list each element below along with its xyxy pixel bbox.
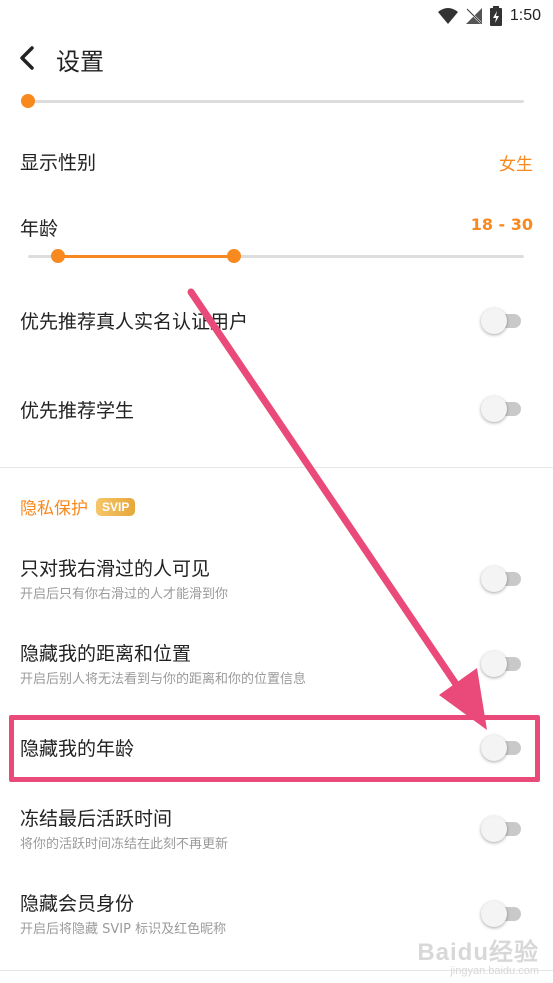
status-bar: 1:50 [0,0,553,34]
svip-badge: SVIP [96,497,136,516]
toggle-knob [481,901,507,927]
back-button[interactable] [14,44,42,72]
age-value: 18 - 30 [470,215,533,234]
real-name-toggle[interactable] [481,308,521,334]
privacy-title-text: 隐私保护 [20,499,88,519]
hide-distance-toggle[interactable] [481,651,521,677]
privacy-item-sub: 开启后将隐藏 SVIP 标识及红色昵称 [20,922,227,937]
wifi-icon [437,8,458,24]
page-title: 设置 [56,48,104,76]
privacy-section-title: 隐私保护 SVIP [20,494,136,519]
freeze-active-toggle[interactable] [481,816,521,842]
chevron-left-icon [20,46,34,70]
toggle-knob [481,651,507,677]
age-label: 年龄 [20,218,59,240]
hide-vip-toggle[interactable] [481,901,521,927]
header: 设置 [0,34,553,82]
age-range-slider[interactable] [28,247,524,267]
student-label: 优先推荐学生 [20,400,135,422]
toggle-knob [481,816,507,842]
privacy-item-sub: 开启后别人将无法看到与你的距离和你的位置信息 [20,672,307,687]
battery-icon [489,6,502,26]
status-time: 1:50 [509,7,541,24]
highlight-box [9,715,540,782]
distance-slider[interactable] [21,92,524,112]
section-divider [0,467,553,468]
real-name-label: 优先推荐真人实名认证用户 [20,311,249,333]
distance-slider-track [28,100,524,103]
age-slider-fill [57,255,234,258]
gender-label: 显示性别 [20,152,97,174]
student-toggle[interactable] [481,396,521,422]
privacy-item-label: 只对我右滑过的人可见 [20,558,211,580]
baidu-watermark: Baidu经验 jingyan.baidu.com [417,932,539,977]
privacy-item-label: 隐藏会员身份 [20,893,135,915]
right-swipe-toggle[interactable] [481,566,521,592]
age-slider-min-thumb[interactable] [50,249,65,263]
distance-slider-thumb[interactable] [21,94,35,108]
age-slider-max-thumb[interactable] [226,249,241,263]
toggle-knob [481,566,507,592]
privacy-item-sub: 将你的活跃时间冻结在此刻不再更新 [20,837,229,852]
gender-value[interactable]: 女生 [499,150,533,175]
privacy-item-label: 隐藏我的距离和位置 [20,643,192,665]
privacy-item-sub: 开启后只有你右滑过的人才能滑到你 [20,587,229,602]
toggle-knob [481,308,507,334]
privacy-item-label: 冻结最后活跃时间 [20,808,173,830]
watermark-main: Baidu经验 [417,939,539,966]
no-signal-icon [465,8,482,24]
toggle-knob [481,396,507,422]
